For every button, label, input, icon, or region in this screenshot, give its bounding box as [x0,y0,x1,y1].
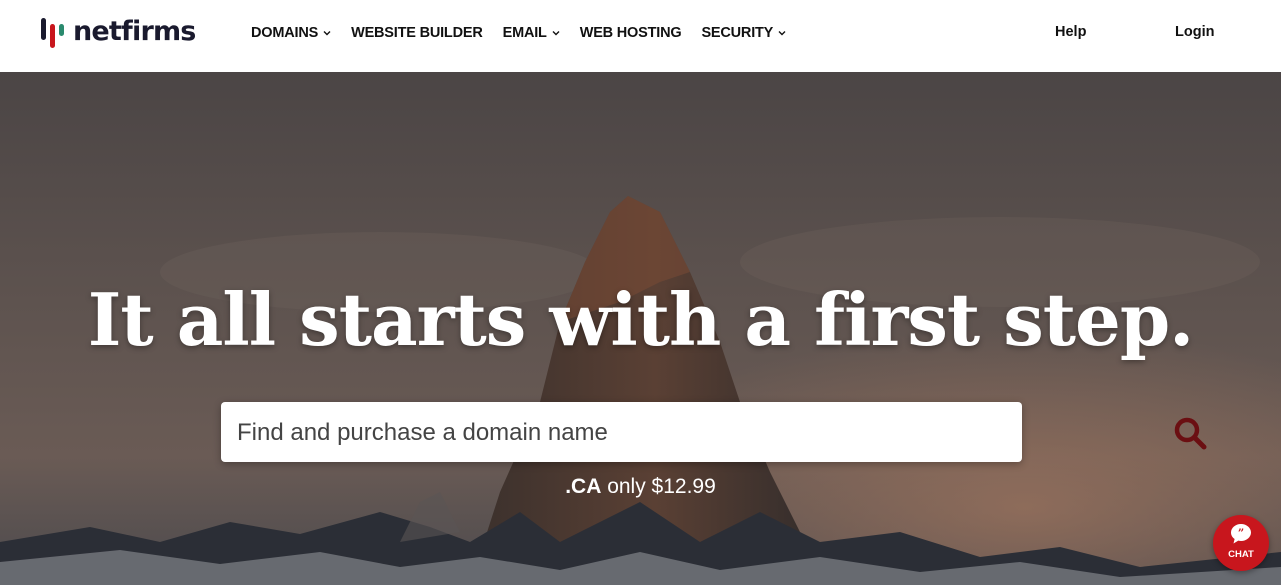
main-nav: DOMAINS WEBSITE BUILDER EMAIL WEB HOSTIN… [251,22,806,44]
site-header: netfirms DOMAINS WEBSITE BUILDER EMAIL W… [0,0,1281,72]
logo-mark-icon [41,16,69,48]
chevron-down-icon [323,31,331,36]
nav-web-hosting[interactable]: WEB HOSTING [580,22,682,44]
nav-website-builder-label: WEBSITE BUILDER [351,25,483,41]
svg-text:”: ” [1238,527,1244,540]
nav-email-label: EMAIL [502,25,547,41]
nav-domains-label: DOMAINS [251,25,319,41]
promo-tld: .CA [565,475,602,498]
chevron-down-icon [778,31,786,36]
hero-headline: It all starts with a first step. [87,277,1195,362]
domain-promo: .CA only $12.99 [0,475,1281,499]
chevron-down-icon [552,31,560,36]
chat-button[interactable]: ” CHAT [1213,515,1269,571]
nav-web-hosting-label: WEB HOSTING [579,25,682,41]
hero-section: It all starts with a first step. .CA onl… [0,72,1281,585]
logo-wordmark: netfirms [73,16,196,47]
nav-domains[interactable]: DOMAINS [251,22,331,44]
search-icon [1174,417,1207,450]
nav-email[interactable]: EMAIL [503,22,560,44]
domain-search-input[interactable] [235,402,959,464]
nav-security[interactable]: SECURITY [701,22,786,44]
domain-search-box [221,402,1207,464]
search-button[interactable] [1169,402,1221,462]
netfirms-logo[interactable]: netfirms [41,15,196,49]
promo-price-text: only $12.99 [607,475,716,498]
login-link[interactable]: Login [1175,24,1214,40]
help-link[interactable]: Help [1055,24,1086,40]
chat-label: CHAT [1228,549,1254,560]
nav-security-label: SECURITY [701,25,774,41]
nav-website-builder[interactable]: WEBSITE BUILDER [351,22,483,44]
chat-quote-icon: ” [1231,524,1251,544]
